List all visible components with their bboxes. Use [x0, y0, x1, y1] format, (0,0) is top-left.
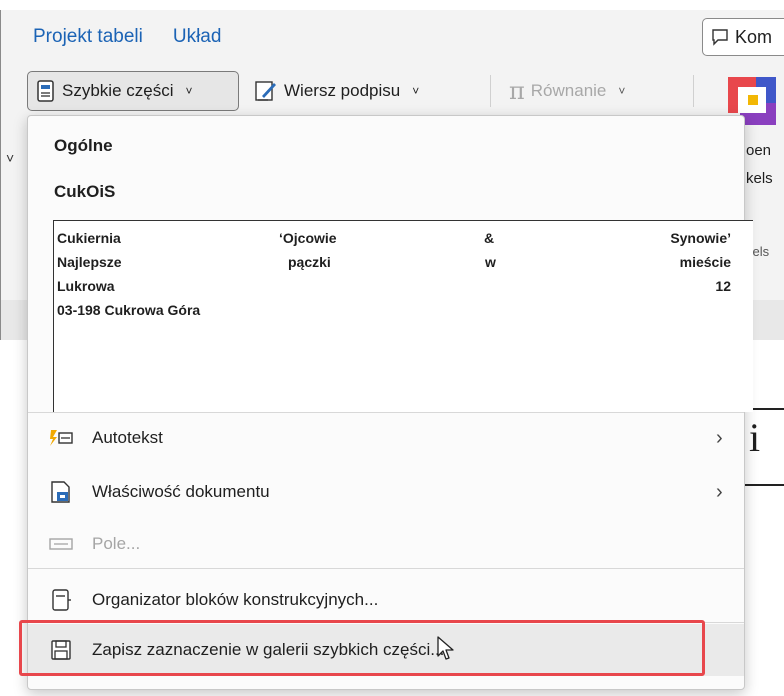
pi-icon: π: [509, 77, 525, 105]
gallery-group-cukois: CukOiS: [54, 182, 116, 201]
ribbon-left-mark: ˅: [6, 150, 15, 166]
quick-parts-button[interactable]: Szybkie części ˅: [27, 71, 239, 111]
menu-item-autotext[interactable]: Autotekst ›: [28, 412, 744, 464]
preview-row: Lukrowa 12: [57, 278, 731, 300]
quick-parts-menu: Ogólne CukOiS Cukiernia ‘Ojcowie & Synow…: [27, 115, 753, 690]
menu-separator: [28, 568, 744, 569]
chevron-down-icon: ˅: [412, 84, 420, 98]
preview-cell: Najlepsze: [57, 254, 122, 270]
chevron-down-icon: ˅: [618, 84, 626, 98]
menu-item-building-blocks-organizer[interactable]: Organizator bloków konstrukcyjnych...: [28, 574, 744, 626]
preview-row: 03-198 Cukrowa Góra: [57, 302, 731, 324]
equation-label: Równanie: [530, 81, 607, 100]
preview-cell: 03-198 Cukrowa Góra: [57, 302, 201, 318]
quick-parts-icon: [37, 80, 54, 102]
ribbon-separator: [693, 75, 694, 107]
preview-cell: ‘Ojcowie: [279, 230, 337, 246]
menu-item-label: Pole...: [92, 534, 141, 553]
document-text: i: [749, 415, 761, 460]
preview-cell: mieście: [679, 254, 731, 270]
ribbon-tabs: Projekt tabeli Układ: [33, 26, 221, 48]
building-blocks-icon: [48, 587, 74, 613]
preview-cell: Cukiernia: [57, 230, 121, 246]
equation-button[interactable]: π Równanie ˅: [509, 71, 679, 111]
preview-cell: Lukrowa: [57, 278, 115, 294]
preview-cell: Synowie’: [670, 230, 731, 246]
autotext-icon: [48, 425, 74, 451]
quick-parts-label: Szybkie części: [62, 81, 174, 100]
ribbon-top-edge: [0, 0, 784, 10]
caption-row-label: Wiersz podpisu: [284, 81, 401, 100]
preview-row: Najlepsze pączki w mieście: [57, 254, 731, 276]
menu-item-label: Organizator bloków konstrukcyjnych...: [92, 590, 379, 609]
preview-cell: pączki: [288, 254, 331, 270]
tab-table-design[interactable]: Projekt tabeli: [33, 26, 143, 48]
preview-row: Cukiernia ‘Ojcowie & Synowie’: [57, 230, 731, 252]
highlight-box: [19, 620, 705, 676]
menu-item-document-property[interactable]: Właściwość dokumentu ›: [28, 466, 744, 518]
document-property-icon: [48, 479, 74, 505]
field-icon: [48, 531, 74, 557]
menu-item-label: Właściwość dokumentu: [92, 482, 270, 501]
gallery-group-general: Ogólne: [54, 136, 113, 155]
ribbon-separator: [490, 75, 491, 107]
chevron-right-icon: ›: [716, 426, 723, 449]
menu-item-field[interactable]: Pole...: [28, 518, 744, 570]
comments-button[interactable]: Kom: [702, 18, 784, 56]
chevron-right-icon: ›: [716, 480, 723, 503]
preview-cell: &: [484, 230, 495, 246]
preview-cell: 12: [715, 278, 731, 294]
quick-part-preview[interactable]: Cukiernia ‘Ojcowie & Synowie’ Najlepsze …: [53, 220, 753, 412]
comments-button-label: Kom: [735, 26, 773, 47]
caption-row-button[interactable]: Wiersz podpisu ˅: [250, 71, 478, 111]
ribbon-side-text: oen: [746, 142, 772, 159]
table-border: [745, 484, 784, 486]
comment-icon: [712, 29, 728, 46]
mouse-cursor-icon: [437, 636, 454, 660]
signature-line-icon: [255, 81, 276, 101]
tab-layout[interactable]: Układ: [173, 26, 222, 48]
preview-cell: w: [485, 254, 496, 270]
ribbon-side-text: kels: [746, 170, 773, 187]
menu-item-label: Autotekst: [92, 428, 163, 447]
chevron-down-icon: ˅: [185, 84, 193, 98]
